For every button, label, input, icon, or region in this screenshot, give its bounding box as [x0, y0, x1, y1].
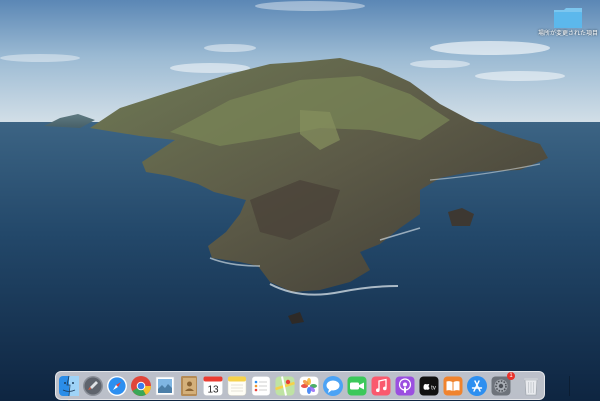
dock: 13 tv 1 [55, 371, 570, 401]
dock-item-notes[interactable] [226, 375, 248, 397]
dock-item-finder[interactable] [58, 375, 80, 401]
messages-bubble-icon [323, 376, 343, 396]
books-icon [443, 376, 463, 396]
dock-item-safari[interactable] [106, 375, 128, 397]
calendar-day-text: 13 [207, 385, 219, 396]
trash-icon [524, 378, 538, 396]
dock-item-reminders[interactable] [250, 375, 272, 397]
safari-compass-icon [107, 376, 127, 396]
wallpaper-catalina-island [0, 0, 600, 401]
podcasts-icon [395, 376, 415, 396]
dock-item-chrome[interactable] [130, 375, 152, 397]
notes-icon [227, 376, 247, 396]
calendar-icon: 13 [203, 376, 223, 396]
reminders-icon [251, 376, 271, 396]
dock-item-photos[interactable] [298, 375, 320, 397]
dock-item-system-preferences[interactable]: 1 [490, 372, 515, 397]
dock-item-music[interactable] [370, 375, 392, 397]
dock-item-messages[interactable] [322, 375, 344, 397]
dock-item-books[interactable] [442, 375, 464, 397]
facetime-camera-icon [347, 376, 367, 396]
dock-separator [569, 376, 570, 396]
dock-item-app-store[interactable] [466, 375, 488, 397]
notification-badge: 1 [507, 372, 515, 380]
dock-item-facetime[interactable] [346, 375, 368, 397]
desktop-folder-label: 場所が変更された項目 [538, 31, 599, 37]
dock-item-mail[interactable] [154, 375, 176, 397]
dock-item-trash[interactable] [520, 375, 542, 397]
music-note-icon [371, 376, 391, 396]
contacts-book-icon [181, 376, 197, 396]
mail-stamp-icon [155, 376, 175, 396]
dock-item-calendar[interactable]: 13 [202, 375, 224, 397]
maps-icon [275, 376, 295, 396]
dock-item-maps[interactable] [274, 375, 296, 397]
desktop: 場所が変更された項目 13 tv 1 [0, 0, 600, 401]
apple-tv-icon: tv [419, 376, 439, 396]
app-store-icon [467, 376, 487, 396]
dock-item-podcasts[interactable] [394, 375, 416, 397]
dock-item-tv[interactable]: tv [418, 375, 440, 397]
dock-item-launchpad[interactable] [82, 375, 104, 397]
launchpad-rocket-icon [83, 376, 103, 396]
dock-item-contacts[interactable] [178, 375, 200, 397]
tv-label: tv [431, 386, 436, 392]
photos-flower-icon [299, 376, 319, 396]
finder-icon [59, 375, 79, 397]
chrome-icon [131, 376, 152, 397]
desktop-folder[interactable]: 場所が変更された項目 [538, 6, 598, 38]
folder-icon [554, 8, 582, 28]
